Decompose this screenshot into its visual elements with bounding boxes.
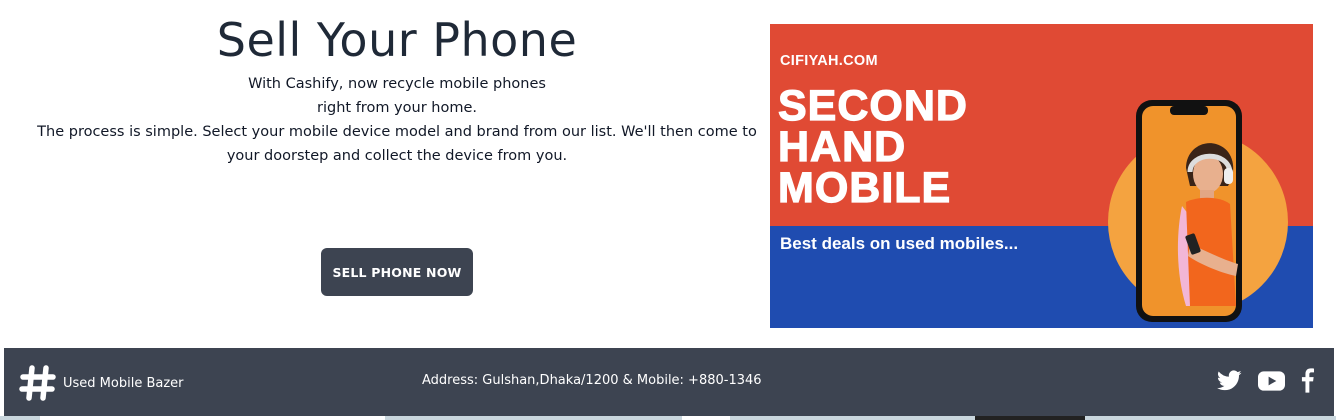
- banner-headline: SECOND HAND MOBILE: [777, 82, 968, 212]
- second-hand-mobile-banner: CIFIYAH.COM SECOND HAND MOBILE Best deal…: [770, 24, 1313, 328]
- footer-brand[interactable]: Used Mobile Bazer: [19, 364, 184, 402]
- strip-segment-1: [40, 416, 385, 420]
- footer-brand-name: Used Mobile Bazer: [63, 375, 184, 391]
- headphone-cup: [1224, 168, 1233, 184]
- description-line-2: right from your home.: [317, 100, 477, 116]
- sell-phone-now-button[interactable]: SELL PHONE NOW: [321, 248, 473, 296]
- sell-phone-description: With Cashify, now recycle mobile phones …: [26, 72, 768, 168]
- page-title: Sell Your Phone: [216, 13, 578, 67]
- banner-headline-line-2: HAND: [777, 123, 907, 171]
- banner-headline-line-3: MOBILE: [777, 164, 952, 212]
- social-links: [1217, 368, 1314, 397]
- twitter-icon[interactable]: [1217, 368, 1242, 397]
- phone-notch: [1170, 106, 1208, 115]
- twitter-glyph: [1217, 370, 1242, 391]
- youtube-glyph: [1258, 370, 1285, 391]
- facebook-icon[interactable]: [1301, 368, 1314, 397]
- description-line-3: The process is simple. Select your mobil…: [37, 124, 757, 164]
- sell-phone-intro: Sell Your Phone With Cashify, now recycl…: [26, 0, 768, 168]
- strip-segment-3: [975, 416, 1085, 420]
- phone-with-person-illustration: [1108, 100, 1288, 322]
- description-line-1: With Cashify, now recycle mobile phones: [248, 76, 546, 92]
- footer-address: Address: Gulshan,Dhaka/1200 & Mobile: +8…: [422, 373, 762, 388]
- facebook-glyph: [1301, 368, 1314, 393]
- hashtag-logo-icon: [19, 365, 56, 401]
- page-below-fold-strip: [0, 416, 1336, 420]
- banner-site-name: CIFIYAH.COM: [780, 53, 878, 69]
- site-footer: Used Mobile Bazer Address: Gulshan,Dhaka…: [4, 348, 1334, 416]
- sell-phone-section: Sell Your Phone With Cashify, now recycl…: [0, 0, 1336, 348]
- strip-segment-2: [682, 416, 730, 420]
- banner-headline-line-1: SECOND: [777, 82, 968, 130]
- youtube-icon[interactable]: [1258, 370, 1285, 395]
- banner-tagline: Best deals on used mobiles...: [780, 234, 1019, 253]
